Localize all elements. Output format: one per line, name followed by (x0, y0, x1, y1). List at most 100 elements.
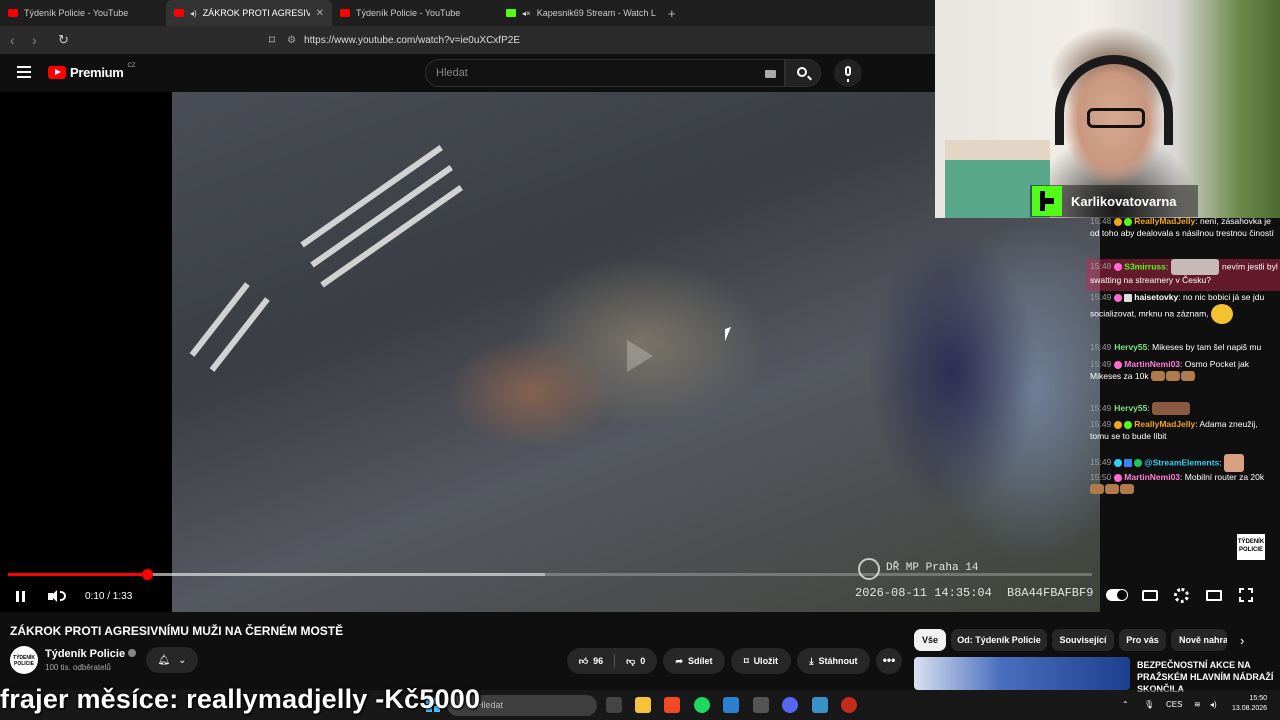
crosswalk-stripe (310, 165, 453, 268)
search-icon (797, 67, 807, 77)
forward-icon[interactable]: › (32, 32, 44, 48)
search-placeholder: Hledat (436, 67, 468, 79)
chevron-down-icon: ⌄ (178, 654, 187, 666)
app-icon[interactable] (753, 697, 769, 713)
hamburger-menu-icon[interactable] (17, 66, 31, 78)
webcam-headset (1055, 55, 1173, 145)
miniplayer-icon[interactable] (1206, 590, 1222, 601)
chip-from-channel[interactable]: Od: Týdeník Policie (951, 629, 1047, 651)
chat-time: 15:48 (1090, 216, 1112, 226)
video-title: ZÁKROK PROTI AGRESIVNÍMU MUŽI NA ČERNÉM … (10, 624, 344, 638)
chat-time: 15:50 (1090, 472, 1112, 482)
url-field[interactable]: https://www.youtube.com/watch?v=ie0uXCxf… (304, 35, 520, 46)
chat-message: 15:50 MartinNemi03: Mobilní router za 20k (1090, 472, 1276, 495)
settings-gear-icon[interactable] (1174, 588, 1189, 603)
keyboard-icon[interactable] (765, 70, 776, 78)
autoplay-toggle[interactable] (1106, 589, 1128, 601)
share-label: Sdílet (688, 656, 713, 666)
speaker-icon[interactable]: ◂) (190, 9, 197, 18)
face-emote-icon (1223, 454, 1244, 472)
file-explorer-icon[interactable] (635, 697, 651, 713)
emote-icon (1105, 484, 1119, 495)
chip-related[interactable]: Související (1052, 629, 1114, 651)
share-button[interactable]: ➦ Sdílet (663, 648, 725, 674)
moderator-badge-icon (1124, 459, 1133, 467)
related-video-thumbnail[interactable] (914, 657, 1130, 690)
chevron-right-icon[interactable]: › (1240, 633, 1244, 648)
progress-bar[interactable] (8, 569, 1092, 580)
thumbs-down-icon[interactable]: 👎︎ (626, 656, 635, 667)
browser-tab-4[interactable]: ◂× Kapesnik69 Stream - Watch Live o (498, 0, 664, 26)
watermark-datetime: 2026-08-11 14:35:04 (855, 586, 992, 600)
crosswalk-stripe (320, 185, 463, 288)
app-icon[interactable] (841, 697, 857, 713)
app-icon[interactable] (812, 697, 828, 713)
tab-label: ZÁKROK PROTI AGRESIVNÍMU (202, 8, 310, 18)
back-icon[interactable]: ‹ (10, 32, 22, 48)
channel-name-text[interactable]: Týdeník Policie (45, 648, 125, 660)
discord-icon[interactable] (782, 697, 798, 713)
more-actions-button[interactable]: ••• (876, 648, 902, 674)
brave-browser-icon[interactable] (664, 697, 680, 713)
chat-message: 15:48 S3mirruss: nevím jestli byl swattin… (1086, 259, 1280, 291)
save-button[interactable]: ⌑ Uložit (731, 648, 791, 674)
gift-badge-icon (1124, 217, 1133, 226)
close-tab-icon[interactable]: ✕ (316, 8, 324, 19)
tray-volume-icon[interactable]: ◂) (1210, 700, 1217, 709)
police-crest-icon (858, 558, 880, 580)
site-settings-icon[interactable]: ⚙ (287, 35, 296, 46)
subtitles-icon[interactable] (1142, 590, 1158, 601)
bookmark-icon: ⌑ (743, 655, 749, 666)
fullscreen-icon[interactable] (1239, 588, 1253, 602)
sub-badge-icon (1114, 473, 1123, 482)
search-button[interactable] (785, 59, 821, 87)
sunglasses-emote-icon (1170, 259, 1219, 275)
search-input[interactable]: Hledat (425, 59, 785, 87)
tray-language[interactable]: CES (1166, 700, 1182, 709)
like-dislike-button[interactable]: 👍︎ 96 👎︎ 0 (567, 648, 657, 674)
tray-microphone-icon[interactable]: 🎙︎ (1144, 700, 1154, 709)
app-icon[interactable] (723, 697, 739, 713)
channel-name[interactable]: Týdeník Policie (45, 648, 137, 660)
chip-recently-uploaded[interactable]: Nově nahrané (1171, 629, 1227, 651)
emote-icon (1180, 371, 1195, 382)
bookmark-icon[interactable]: ⌑ (269, 33, 275, 47)
sub-badge-icon (1114, 293, 1123, 302)
tray-wifi-icon[interactable]: ≋ (1194, 700, 1201, 709)
thumbs-up-icon[interactable]: 👍︎ (579, 656, 588, 667)
reload-icon[interactable]: ↻ (58, 32, 69, 48)
streamer-name: Karlikovatovarna (1071, 194, 1177, 209)
chat-time: 15:48 (1090, 261, 1112, 272)
browser-tab-3[interactable]: Týdeník Policie - YouTube (332, 0, 498, 26)
muted-speaker-icon[interactable]: ◂× (522, 9, 531, 18)
spotify-icon[interactable] (694, 697, 710, 713)
channel-avatar[interactable]: TÝDENÍK POLICIE (10, 646, 38, 674)
download-icon: ⤓ (809, 655, 814, 666)
emote-icon (1165, 371, 1180, 382)
voice-search-button[interactable] (834, 59, 862, 87)
chip-for-you[interactable]: Pro vás (1119, 629, 1166, 651)
progress-scrubber[interactable] (141, 569, 153, 580)
download-button[interactable]: ⤓ Stáhnout (797, 648, 870, 674)
verified-badge-icon (1134, 459, 1143, 467)
notification-button[interactable]: 🔔︎ ⌄ (146, 647, 198, 673)
pause-button[interactable] (16, 585, 28, 607)
task-view-icon[interactable] (606, 697, 622, 713)
browser-tab-1[interactable]: Týdeník Policie - YouTube (0, 0, 166, 26)
chat-user: ReallyMadJelly (1134, 419, 1196, 429)
emote-icon (1090, 484, 1104, 495)
kick-logo-icon (1032, 186, 1062, 216)
like-count: 96 (593, 656, 604, 666)
stream-chat: 15:48 ReallyMadJelly: není, zásahovka je … (1086, 214, 1280, 510)
volume-button[interactable] (48, 585, 66, 607)
tray-chevron-up-icon[interactable]: ⌃ (1122, 700, 1129, 709)
youtube-premium-logo[interactable]: Premium CZ (48, 63, 136, 80)
chat-text: Mikeses by tam šel napiš mu (1152, 342, 1262, 352)
chip-all[interactable]: Vše (914, 629, 946, 651)
new-tab-button[interactable]: + (668, 6, 676, 21)
webcam-glasses (1087, 108, 1145, 128)
taskbar-clock[interactable]: 15:50 13.08.2026 (1232, 694, 1267, 714)
browser-tab-2[interactable]: ◂) ZÁKROK PROTI AGRESIVNÍMU ✕ (166, 0, 332, 26)
youtube-icon (340, 9, 350, 17)
gift-badge-icon (1124, 420, 1133, 429)
